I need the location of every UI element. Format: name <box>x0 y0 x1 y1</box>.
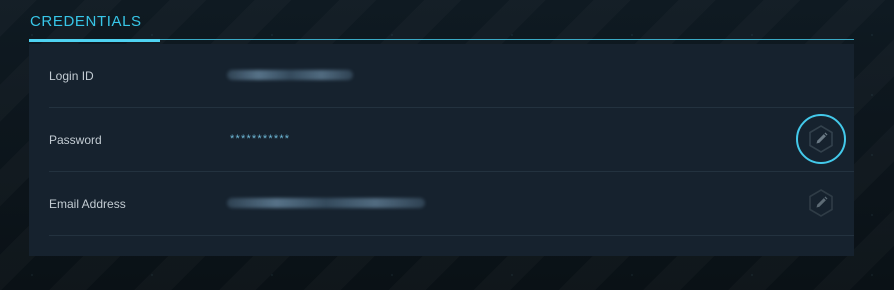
password-value: *********** <box>230 133 291 145</box>
login-id-row: Login ID <box>49 44 854 108</box>
password-row: Password *********** <box>49 108 854 172</box>
pencil-icon <box>809 189 833 217</box>
email-row: Email Address <box>49 172 854 236</box>
credentials-panel: Login ID Password *********** Email Addr… <box>29 44 854 256</box>
login-id-value-obscured <box>227 70 353 80</box>
section-title: CREDENTIALS <box>30 13 142 30</box>
email-value-obscured <box>227 198 425 208</box>
edit-password-button[interactable] <box>796 114 846 164</box>
pencil-icon <box>809 125 833 153</box>
credentials-section: CREDENTIALS Login ID Password **********… <box>29 0 854 256</box>
edit-email-button[interactable] <box>796 178 846 228</box>
title-underline <box>29 39 854 42</box>
title-underline-accent <box>29 39 160 42</box>
email-label: Email Address <box>49 197 126 211</box>
login-id-label: Login ID <box>49 69 94 83</box>
password-label: Password <box>49 133 102 147</box>
